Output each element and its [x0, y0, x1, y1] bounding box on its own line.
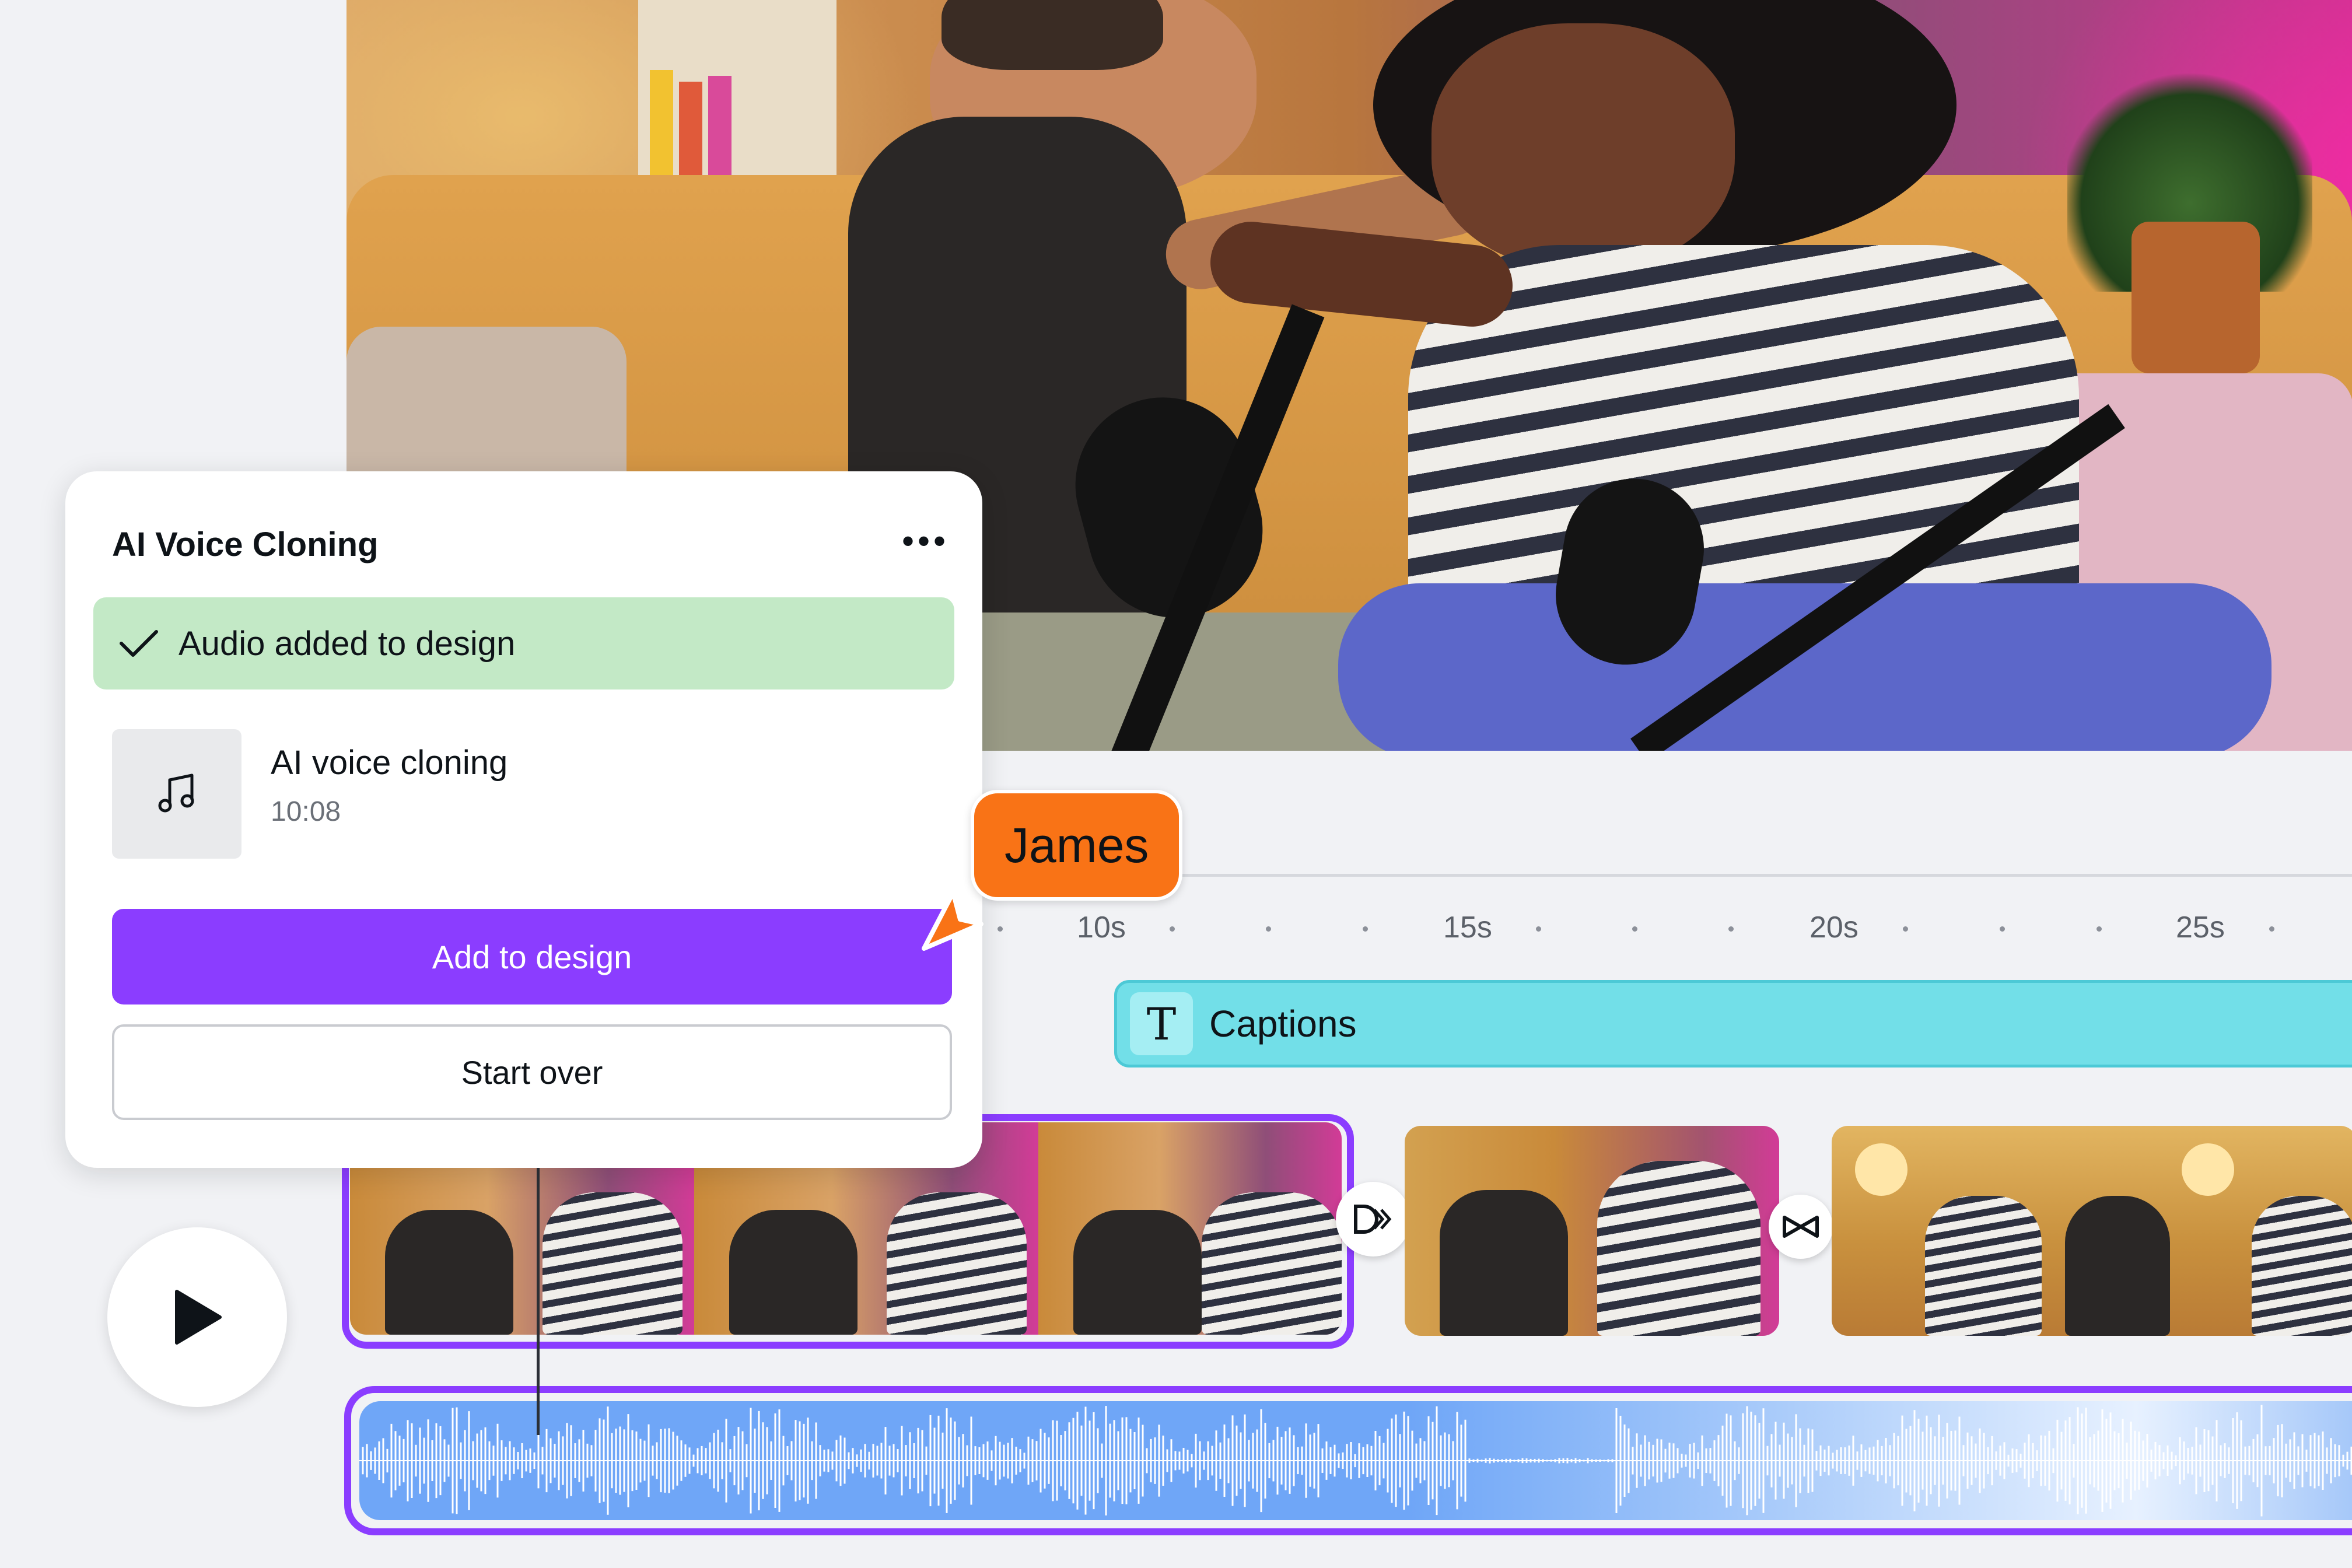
- video-clip-3[interactable]: [1832, 1126, 2352, 1336]
- plant-pot: [2132, 222, 2260, 373]
- success-banner: Audio added to design: [93, 597, 954, 690]
- checkmark-icon: [120, 630, 158, 657]
- book: [679, 82, 702, 175]
- ruler-dot: [998, 926, 1003, 932]
- music-note-icon: [158, 774, 194, 813]
- add-to-design-button[interactable]: Add to design: [112, 909, 952, 1005]
- ruler-tick-20s: 20s: [1810, 911, 1859, 944]
- play-icon: [175, 1290, 222, 1345]
- success-message: Audio added to design: [178, 624, 516, 663]
- captions-track[interactable]: T Captions: [1114, 980, 2352, 1068]
- more-options-icon[interactable]: •••: [902, 524, 949, 559]
- ai-voice-cloning-panel: AI Voice Cloning ••• Audio added to desi…: [65, 471, 982, 1168]
- ruler-tick-10s: 10s: [1077, 911, 1126, 944]
- clip-figure: [2065, 1196, 2170, 1336]
- person-2-jeans: [1338, 583, 2272, 751]
- ruler-dot: [1363, 926, 1368, 932]
- text-icon: T: [1130, 992, 1193, 1055]
- video-clip-2[interactable]: [1405, 1126, 1779, 1336]
- ruler-dot: [2269, 926, 2274, 932]
- timeline-ruler-line: [1167, 874, 2352, 877]
- transition-button[interactable]: [1336, 1182, 1410, 1256]
- play-button[interactable]: [107, 1227, 287, 1407]
- ruler-tick-25s: 25s: [2176, 911, 2225, 944]
- ruler-dot: [2000, 926, 2005, 932]
- audio-thumbnail[interactable]: [112, 729, 242, 859]
- clip-lamp: [2182, 1143, 2234, 1196]
- ruler-dot: [1536, 926, 1541, 932]
- clip-figure: [2252, 1196, 2352, 1336]
- audio-track[interactable]: [344, 1386, 2352, 1535]
- ruler-dot: [1903, 926, 1908, 932]
- book: [650, 70, 673, 175]
- audio-item-duration: 10:08: [271, 796, 341, 827]
- ruler-dot: [1266, 926, 1271, 932]
- person-1-hair: [942, 0, 1163, 70]
- ruler-tick-15s: 15s: [1443, 911, 1492, 944]
- ruler-dot: [1728, 926, 1734, 932]
- ruler-dot: [2096, 926, 2102, 932]
- start-over-button[interactable]: Start over: [112, 1024, 952, 1120]
- ruler-dot: [1632, 926, 1637, 932]
- clip-lamp: [1855, 1143, 1908, 1196]
- book: [708, 76, 732, 175]
- playhead[interactable]: [537, 1161, 540, 1435]
- clip-figure: [1925, 1196, 2042, 1336]
- audio-waveform: [359, 1405, 2352, 1517]
- person-2-face: [1432, 23, 1735, 268]
- ruler-dot: [1170, 926, 1175, 932]
- clip-figure: [1597, 1161, 1760, 1336]
- transition-bowtie-icon: [1783, 1216, 1819, 1238]
- captions-track-label: Captions: [1209, 1003, 1357, 1045]
- clip-figure: [1440, 1190, 1568, 1336]
- transition-button[interactable]: [1769, 1195, 1833, 1259]
- transition-slide-icon: [1354, 1205, 1392, 1234]
- collaborator-name-tag: James: [971, 790, 1183, 901]
- panel-title: AI Voice Cloning: [112, 526, 379, 564]
- audio-item-title[interactable]: AI voice cloning: [271, 743, 508, 782]
